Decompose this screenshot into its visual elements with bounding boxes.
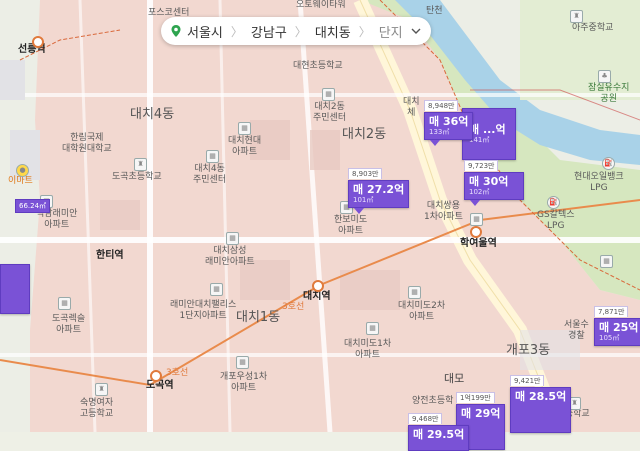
label-daechi2dong: 대치2동: [342, 127, 387, 142]
price-marker[interactable]: 9,421만 매 28.5억: [510, 368, 572, 433]
building-icon: ▦: [236, 356, 249, 369]
breadcrumb-dong[interactable]: 대치동: [315, 22, 351, 41]
price-marker[interactable]: 7,871만 매 25억 105㎡: [594, 299, 640, 346]
label-ajoo-school: 아주중학교: [572, 23, 614, 33]
price-marker[interactable]: 9,468만 매 29.5억: [408, 406, 470, 451]
building-icon: ▦: [366, 322, 379, 335]
label-daechi-hyundai: 대치현대 아파트: [228, 136, 262, 157]
label-daechi-ssangyong: 대치쌍용 1차아파트: [424, 201, 463, 222]
school-icon: ♜: [134, 158, 147, 171]
price-marker-tail: [430, 140, 440, 146]
park-icon: ♣: [598, 70, 611, 83]
building-icon: ▦: [238, 122, 251, 135]
label-autoway: 오토웨이타워: [296, 0, 346, 10]
breadcrumb-separator: 〉: [294, 24, 307, 39]
label-daechi-station[interactable]: 대치역: [303, 291, 331, 302]
gas-station-icon: ⛽: [547, 196, 560, 209]
price-marker-area: 102㎡: [469, 188, 490, 196]
location-breadcrumb: 서울시 〉 강남구 〉 대치동 〉 단지: [161, 17, 431, 45]
price-marker-price: 매 30억: [469, 175, 509, 188]
price-marker-count: 8,903만: [348, 168, 383, 179]
label-hyundai-lpg: 현대오일뱅크 LPG: [574, 172, 624, 193]
label-daechi4dong: 대치4동: [130, 107, 175, 122]
price-badge-small[interactable]: 66.24㎡: [15, 199, 51, 213]
label-daechi-che: 대치 체: [403, 97, 420, 118]
label-posco: 포스코센터: [148, 8, 190, 18]
price-marker-count: 8,948만: [424, 100, 459, 111]
mart-icon: ●: [16, 164, 29, 177]
label-dogok-station[interactable]: 도곡역: [146, 380, 174, 391]
label-daechi-mido2: 대치미도2차 아파트: [398, 301, 446, 322]
price-marker-price: 매 29.5억: [413, 428, 465, 441]
building-icon: ▦: [210, 283, 223, 296]
price-marker[interactable]: 8,948만 매 36억 133㎡: [424, 93, 474, 146]
label-gs-lpg: GS칼텍스 LPG: [537, 210, 575, 231]
price-marker-count: 9,421만: [510, 375, 545, 386]
price-marker-count: 9,468만: [408, 413, 443, 424]
chevron-down-icon[interactable]: [411, 26, 421, 36]
building-icon: ▦: [226, 232, 239, 245]
price-marker-tail: [354, 208, 364, 214]
station-marker[interactable]: [150, 370, 162, 382]
station-marker[interactable]: [32, 36, 44, 48]
building-icon: ▦: [408, 286, 421, 299]
price-marker-tail: [470, 200, 480, 206]
label-daechi-mido1: 대치미도1차 아파트: [344, 339, 392, 360]
label-hanlim: 한림국제 대학원대학교: [62, 133, 112, 154]
breadcrumb-district[interactable]: 강남구: [251, 22, 287, 41]
price-marker-price: 매 28.5억: [515, 390, 567, 403]
label-hanti-station[interactable]: 한티역: [96, 250, 124, 261]
breadcrumb-separator: 〉: [358, 24, 371, 39]
label-dogok-school: 도곡초등학교: [112, 172, 162, 182]
price-marker[interactable]: 9,723만 매 30억 102㎡: [464, 153, 524, 206]
label-dogok-rexle: 도곡렉슬 아파트: [52, 314, 86, 335]
price-marker-area: 101㎡: [353, 196, 374, 204]
building-icon: ▦: [322, 88, 335, 101]
price-marker-area: 141㎡: [469, 136, 490, 144]
breadcrumb-mode[interactable]: 단지: [379, 22, 403, 41]
breadcrumb-separator: 〉: [230, 24, 243, 39]
location-pin-icon: [171, 25, 181, 37]
price-marker-area: 133㎡: [429, 128, 450, 136]
label-hakyeoul-station[interactable]: 학여울역: [460, 238, 497, 249]
price-marker-count: 7,871만: [594, 306, 629, 317]
station-marker[interactable]: [470, 226, 482, 238]
label-line3: 3호선: [282, 302, 305, 312]
price-marker-area: 105㎡: [599, 334, 620, 342]
label-raemian-palace: 래미안대치팰리스 1단지아파트: [170, 300, 237, 321]
label-daechi4-center: 대치4동 주민센터: [193, 164, 227, 185]
building-icon: ▦: [600, 255, 613, 268]
price-marker[interactable]: 8,903만 매 27.2억 101㎡: [348, 161, 410, 214]
price-marker-price: 매 25억: [599, 321, 639, 334]
school-icon: ♜: [95, 383, 108, 396]
building-icon: ▦: [206, 150, 219, 163]
label-seoul-school: 서울수 경찰: [564, 320, 589, 341]
price-marker-price: 매 27.2억: [353, 183, 405, 196]
label-line3: 3호선: [166, 368, 189, 378]
price-marker-price: 매 36억: [429, 115, 469, 128]
label-emart: 이마트: [8, 176, 33, 186]
label-gaepo-woosung: 개포우성1차 아파트: [220, 372, 268, 393]
building-icon: ▦: [470, 213, 483, 226]
price-marker-count: 1억199만: [456, 392, 495, 403]
label-hanbo-mido: 한보미도 아파트: [334, 215, 368, 236]
label-daemo: 대모: [444, 372, 465, 385]
gas-station-icon: ⛽: [602, 157, 615, 170]
label-sookmyung: 숙명여자 고등학교: [80, 398, 114, 419]
station-marker[interactable]: [312, 280, 324, 292]
label-gaepo3dong: 개포3동: [506, 343, 551, 358]
price-marker-left-partial[interactable]: [0, 264, 30, 314]
price-marker-count: 9,723만: [464, 160, 499, 171]
building-icon: ▦: [58, 297, 71, 310]
label-daechi-samsung: 대치삼성 래미안아파트: [205, 246, 255, 267]
label-tancheon: 탄천: [426, 6, 443, 16]
label-daechi2-center: 대치2동 주민센터: [313, 102, 347, 123]
school-icon: ♜: [570, 10, 583, 23]
label-jamsil-park: 잠실유수지 공원: [588, 83, 630, 104]
label-daecheon-school: 대현초등학교: [293, 61, 343, 71]
breadcrumb-city[interactable]: 서울시: [187, 22, 223, 41]
label-daechi1dong: 대치1동: [236, 310, 281, 325]
price-marker-price: 매 ...억: [469, 123, 506, 136]
